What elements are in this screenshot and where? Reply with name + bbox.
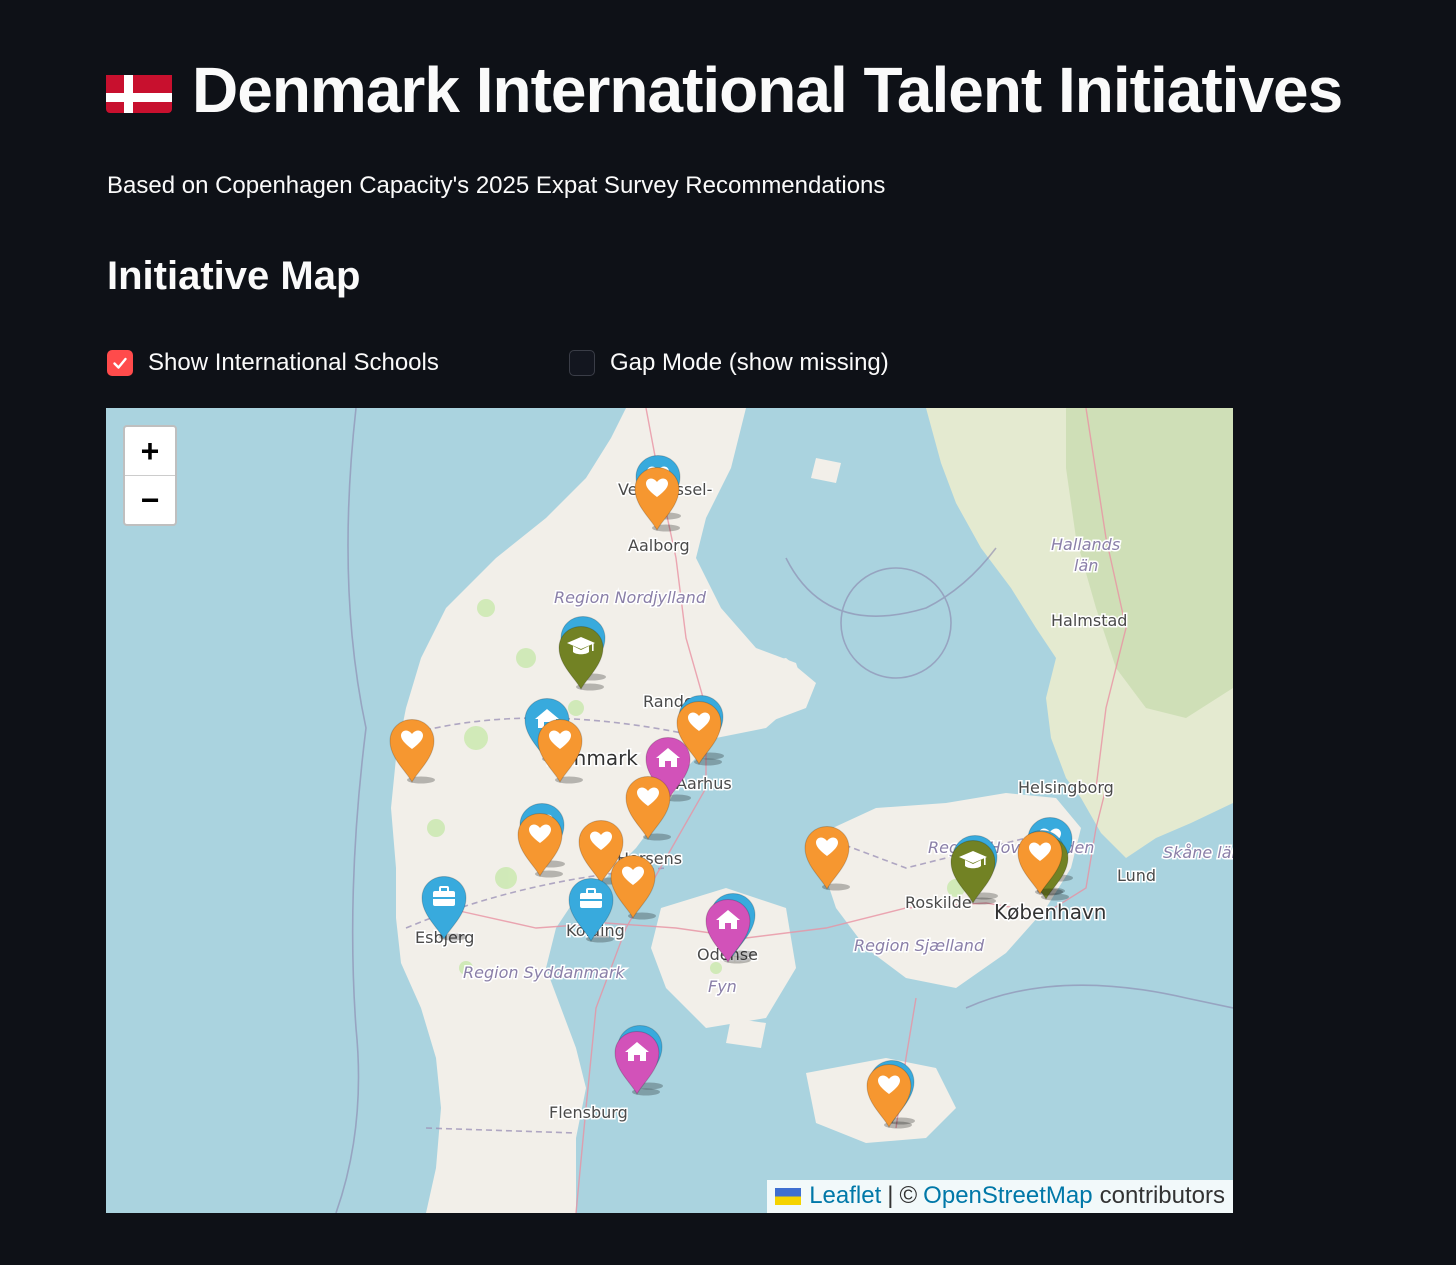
page-subtitle: Based on Copenhagen Capacity's 2025 Expa… — [107, 172, 886, 199]
section-heading: Initiative Map — [107, 254, 361, 298]
gap-mode-label: Gap Mode (show missing) — [610, 349, 889, 376]
green-marker[interactable] — [556, 625, 606, 691]
orange-marker[interactable] — [802, 825, 852, 891]
title-text: Denmark International Talent Initiatives — [192, 54, 1343, 126]
copyright-symbol: © — [899, 1182, 918, 1209]
blue-marker[interactable] — [566, 877, 616, 943]
orange-marker[interactable] — [1015, 830, 1065, 896]
ukraine-flag-icon — [775, 1187, 802, 1205]
orange-marker[interactable] — [535, 718, 585, 784]
osm-link[interactable]: OpenStreetMap — [923, 1182, 1092, 1210]
orange-marker[interactable] — [632, 466, 682, 532]
blue-marker[interactable] — [419, 875, 469, 941]
show-schools-label: Show International Schools — [148, 349, 439, 376]
leaflet-link[interactable]: Leaflet — [809, 1182, 881, 1210]
green-marker[interactable] — [948, 839, 998, 905]
attribution-separator: | — [887, 1182, 894, 1209]
initiative-map[interactable]: Vendsyssel- Aalborg Randers Aarhus Horse… — [106, 408, 1233, 1213]
zoom-control[interactable]: + − — [123, 425, 177, 526]
magenta-marker[interactable] — [703, 898, 753, 964]
orange-marker[interactable] — [515, 812, 565, 878]
magenta-marker[interactable] — [612, 1030, 662, 1096]
denmark-flag-icon — [106, 67, 172, 113]
orange-marker[interactable] — [623, 775, 673, 841]
checkbox-unchecked-icon[interactable] — [569, 350, 595, 376]
show-schools-checkbox[interactable]: Show International Schools — [107, 349, 439, 377]
orange-marker[interactable] — [387, 718, 437, 784]
zoom-in-button[interactable]: + — [125, 427, 175, 475]
map-attribution: Leaflet | © OpenStreetMap contributors — [767, 1180, 1233, 1213]
contributors-text: contributors — [1099, 1182, 1225, 1209]
page-title: Denmark International Talent Initiatives — [106, 54, 1343, 126]
zoom-out-button[interactable]: − — [125, 475, 175, 524]
gap-mode-checkbox[interactable]: Gap Mode (show missing) — [569, 349, 889, 377]
orange-marker[interactable] — [864, 1063, 914, 1129]
checkbox-checked-icon[interactable] — [107, 350, 133, 376]
